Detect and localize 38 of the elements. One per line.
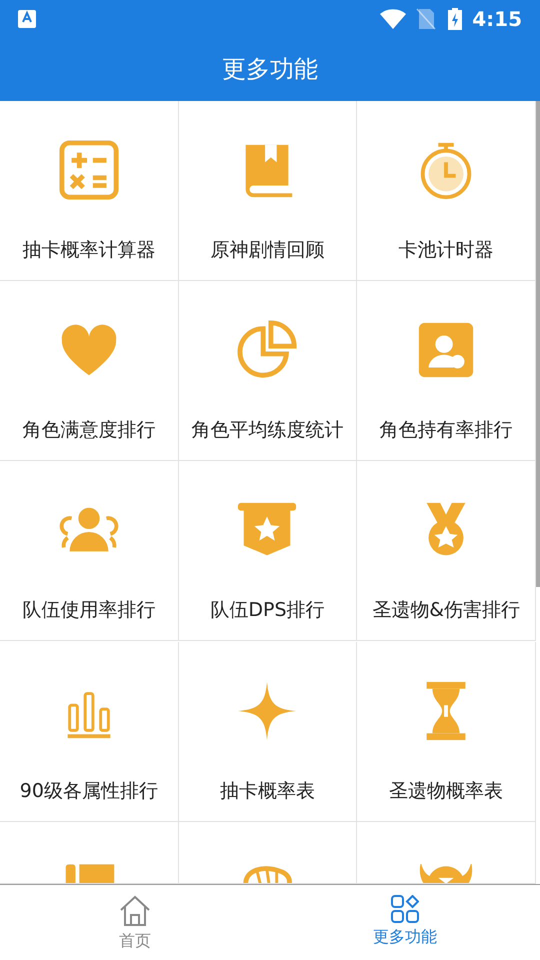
tool-label: 角色满意度排行 (22, 418, 156, 444)
tool-label: 圣遗物&伤害排行 (372, 598, 520, 624)
tool-label: 圣遗物概率表 (389, 778, 504, 804)
tool-tile[interactable]: 角色满意度排行 (0, 281, 179, 462)
keyboard-app-icon (18, 10, 36, 28)
tool-label: 卡池计时器 (398, 238, 494, 263)
tool-label: 角色平均练度统计 (191, 418, 344, 444)
tool-tile[interactable]: 角色平均练度统计 (178, 281, 358, 462)
wifi-icon (380, 8, 406, 28)
tool-label: 90级各属性排行 (20, 778, 158, 804)
battery-charging-icon (448, 8, 462, 30)
tool-tile[interactable]: 角色持有率排行 (357, 281, 536, 462)
tool-tile[interactable]: 圣遗物&伤害排行 (357, 461, 536, 642)
tool-tile[interactable] (357, 822, 536, 884)
nav-tab[interactable]: 更多功能 (270, 885, 540, 960)
tool-tile[interactable]: 抽卡概率计算器 (0, 101, 179, 281)
home-icon (119, 895, 151, 927)
tool-label: 抽卡概率表 (220, 778, 315, 804)
header-title: 更多功能 (222, 54, 318, 85)
tool-tile[interactable] (0, 822, 179, 884)
tool-tile[interactable]: 90级各属性排行 (0, 642, 179, 822)
tool-label: 角色持有率排行 (380, 418, 513, 444)
tool-tile[interactable]: 卡池计时器 (357, 101, 536, 281)
tool-tile[interactable]: 队伍DPS排行 (178, 461, 358, 642)
tool-tile[interactable]: 队伍使用率排行 (0, 461, 179, 642)
no-sim-icon (416, 8, 436, 30)
tool-tile[interactable] (178, 822, 358, 884)
tool-label: 抽卡概率计算器 (22, 238, 156, 263)
tool-label: 原神剧情回顾 (210, 238, 324, 263)
tool-label: 队伍使用率排行 (22, 598, 156, 624)
nav-tab[interactable]: 首页 (0, 885, 270, 960)
status-time: 4:15 (472, 6, 522, 32)
grid-icon (391, 895, 419, 923)
tool-label: 队伍DPS排行 (210, 598, 325, 624)
calculator-icon (58, 139, 120, 201)
tool-tile[interactable]: 原神剧情回顾 (178, 101, 358, 281)
tool-tile[interactable]: 圣遗物概率表 (357, 642, 536, 822)
tool-tile[interactable]: 抽卡概率表 (178, 642, 358, 822)
